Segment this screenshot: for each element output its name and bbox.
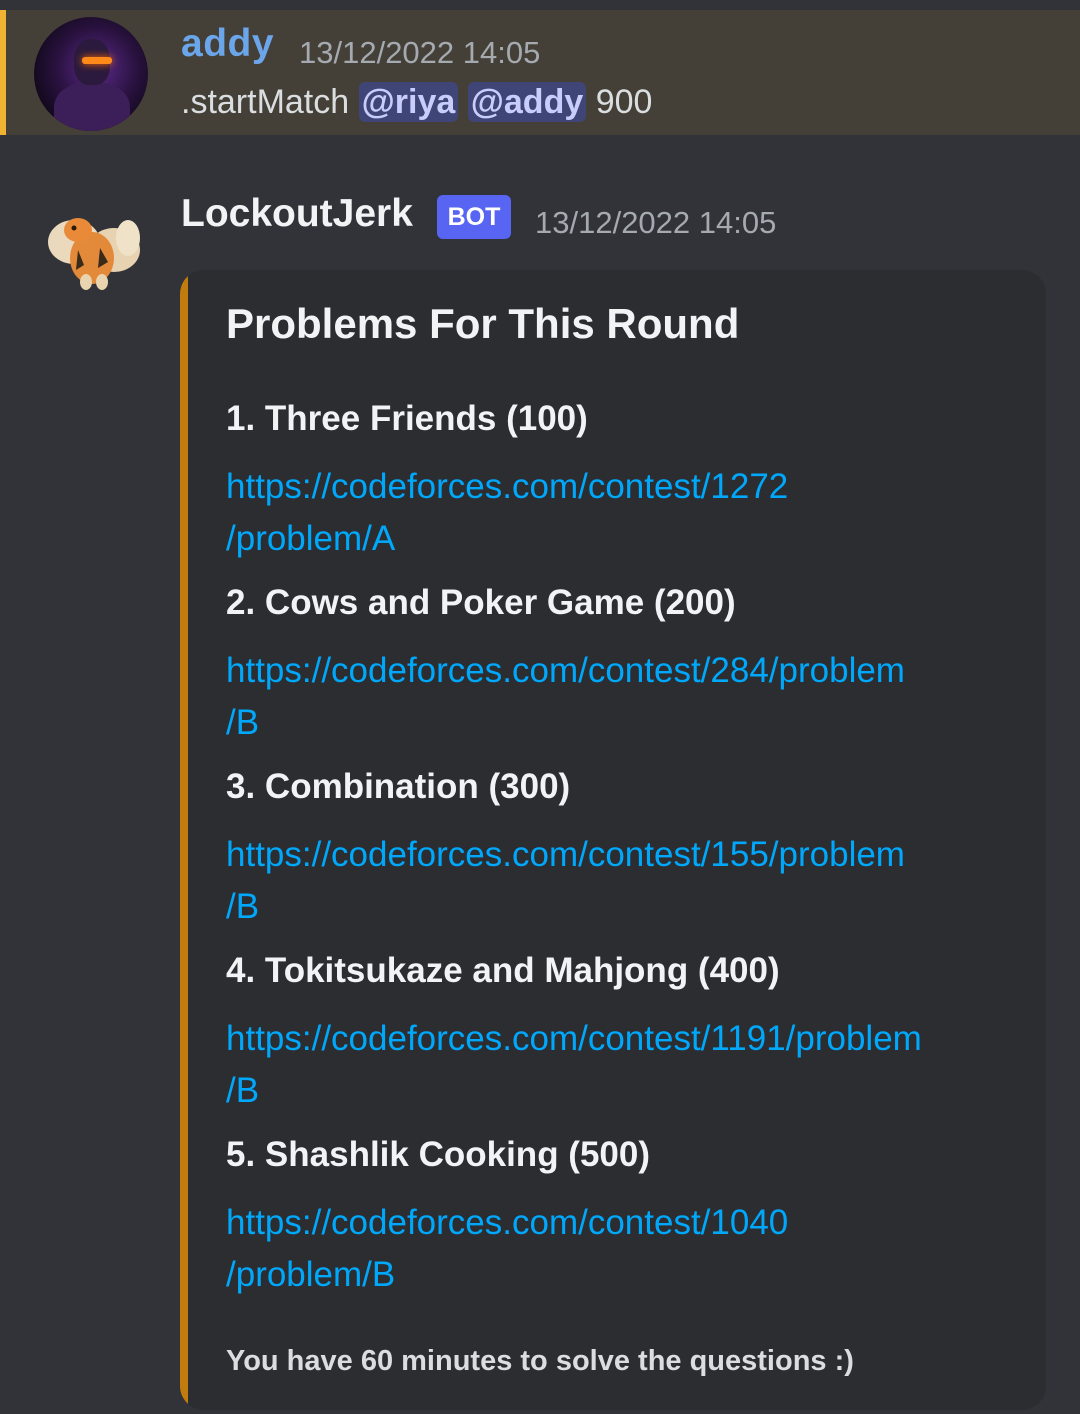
problem-item: 3. Combination (300) https://codeforces.…: [226, 765, 1016, 933]
argument-text: 900: [595, 83, 653, 121]
embed-title: Problems For This Round: [226, 300, 740, 347]
problem-link[interactable]: https://codeforces.com/contest/1272/prob…: [226, 461, 1016, 565]
problem-title: 2. Cows and Poker Game (200): [226, 583, 736, 622]
command-text: .startMatch: [181, 83, 350, 121]
avatar-visor: [82, 57, 112, 64]
bot-avatar[interactable]: [34, 190, 148, 304]
problem-link[interactable]: https://codeforces.com/contest/284/probl…: [226, 645, 1016, 749]
username[interactable]: addy: [181, 22, 274, 66]
problem-title: 5. Shashlik Cooking (500): [226, 1135, 650, 1174]
embed-footer: You have 60 minutes to solve the questio…: [226, 1345, 854, 1377]
user-avatar[interactable]: [34, 17, 148, 131]
problem-link[interactable]: https://codeforces.com/contest/1040/prob…: [226, 1197, 1016, 1301]
problem-link[interactable]: https://codeforces.com/contest/155/probl…: [226, 829, 1016, 933]
embed-card: Problems For This Round 1. Three Friends…: [180, 270, 1046, 1410]
problem-item: 1. Three Friends (100) https://codeforce…: [226, 397, 1016, 565]
problem-title: 4. Tokitsukaze and Mahjong (400): [226, 951, 780, 990]
problem-item: 2. Cows and Poker Game (200) https://cod…: [226, 581, 1016, 749]
problem-link[interactable]: https://codeforces.com/contest/1191/prob…: [226, 1013, 1016, 1117]
message-content: .startMatch @riya @addy 900: [181, 82, 653, 122]
problem-item: 4. Tokitsukaze and Mahjong (400) https:/…: [226, 949, 1016, 1117]
mention-addy[interactable]: @addy: [467, 82, 587, 122]
mention-riya[interactable]: @riya: [358, 82, 459, 122]
problem-title: 3. Combination (300): [226, 767, 571, 806]
top-strip: [0, 0, 1080, 10]
message-timestamp: 13/12/2022 14:05: [299, 35, 541, 70]
embed-color-bar: [180, 270, 188, 1410]
bot-name[interactable]: LockoutJerk: [181, 192, 413, 236]
avatar-figure-body: [54, 83, 130, 131]
problem-title: 1. Three Friends (100): [226, 399, 588, 438]
bot-avatar-image: [48, 218, 140, 290]
problem-item: 5. Shashlik Cooking (500) https://codefo…: [226, 1133, 1016, 1301]
mention-highlight-bar: [0, 10, 6, 135]
bot-badge: BOT: [437, 195, 511, 239]
bot-message-timestamp: 13/12/2022 14:05: [535, 205, 777, 240]
